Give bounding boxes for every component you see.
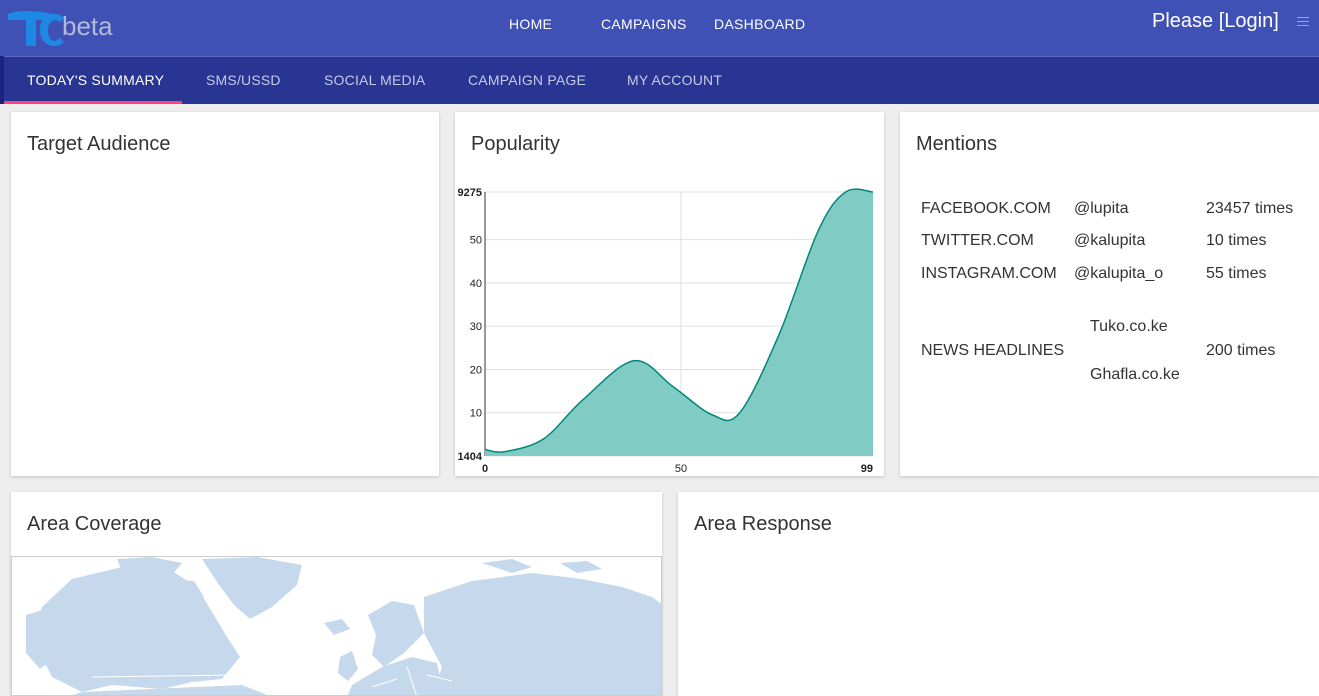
- popularity-card: Popularity 1404 10 20 30 40 50 9275 0 50 99: [455, 112, 884, 476]
- mention-handle: @kalupita_o: [1074, 265, 1164, 282]
- mention-handle: @kalupita: [1074, 232, 1146, 249]
- tab-my-account[interactable]: MY ACCOUNT: [627, 72, 722, 88]
- y-tick-label: 10: [470, 408, 482, 420]
- tab-social-media[interactable]: SOCIAL MEDIA: [324, 72, 425, 88]
- tab-bar-edge: [0, 56, 4, 104]
- mention-count: 55 times: [1206, 265, 1267, 282]
- y-tick-label: 1404: [458, 451, 483, 463]
- mention-site: INSTAGRAM.COM: [921, 265, 1057, 282]
- brand-suffix: beta: [62, 11, 113, 41]
- x-tick-label: 50: [675, 463, 687, 475]
- world-map-shapes: [26, 557, 661, 695]
- card-title: Target Audience: [27, 133, 171, 155]
- tab-sms-ussd[interactable]: SMS/USSD: [206, 72, 281, 88]
- series-area: [485, 189, 873, 457]
- news-headlines-label: NEWS HEADLINES: [921, 342, 1065, 359]
- active-tab-indicator: [4, 101, 182, 104]
- area-coverage-card: Area Coverage: [11, 492, 662, 696]
- news-source: Ghafla.co.ke: [1090, 366, 1180, 383]
- nav-campaigns-link[interactable]: CAMPAIGNS: [601, 16, 687, 32]
- news-count: 200 times: [1206, 342, 1276, 359]
- card-title: Mentions: [916, 133, 998, 155]
- login-link[interactable]: Please [Login]: [1152, 10, 1279, 33]
- tab-campaign-page[interactable]: CAMPAIGN PAGE: [468, 72, 586, 88]
- popularity-chart: 1404 10 20 30 40 50 9275 0 50 99: [458, 187, 874, 475]
- menu-icon[interactable]: [1297, 17, 1309, 31]
- top-app-bar: beta HOME CAMPAIGNS DASHBOARD Please [Lo…: [0, 0, 1319, 56]
- y-tick-label: 30: [470, 321, 482, 333]
- card-title: Popularity: [471, 133, 560, 155]
- mention-site: TWITTER.COM: [921, 232, 1034, 249]
- y-tick-label: 50: [470, 235, 482, 247]
- news-source: Tuko.co.ke: [1090, 318, 1168, 335]
- world-map[interactable]: [11, 556, 662, 696]
- x-tick-label: 0: [482, 463, 488, 475]
- mention-site: FACEBOOK.COM: [921, 200, 1051, 217]
- area-response-card: Area Response: [678, 492, 1319, 696]
- mention-handle: @lupita: [1074, 200, 1129, 217]
- y-tick-label: 9275: [458, 187, 482, 199]
- y-tick-label: 20: [470, 364, 482, 376]
- tab-todays-summary[interactable]: TODAY'S SUMMARY: [27, 72, 164, 88]
- target-audience-card: Target Audience: [11, 112, 439, 476]
- x-tick-label: 99: [861, 463, 873, 475]
- card-title: Area Response: [694, 513, 832, 535]
- y-tick-label: 40: [470, 278, 482, 290]
- mentions-card: Mentions FACEBOOK.COM @lupita 23457 time…: [900, 112, 1319, 476]
- nav-home-link[interactable]: HOME: [509, 16, 552, 32]
- card-title: Area Coverage: [27, 513, 162, 535]
- mention-count: 23457 times: [1206, 200, 1294, 217]
- nav-dashboard-link[interactable]: DASHBOARD: [714, 16, 805, 32]
- mention-count: 10 times: [1206, 232, 1267, 249]
